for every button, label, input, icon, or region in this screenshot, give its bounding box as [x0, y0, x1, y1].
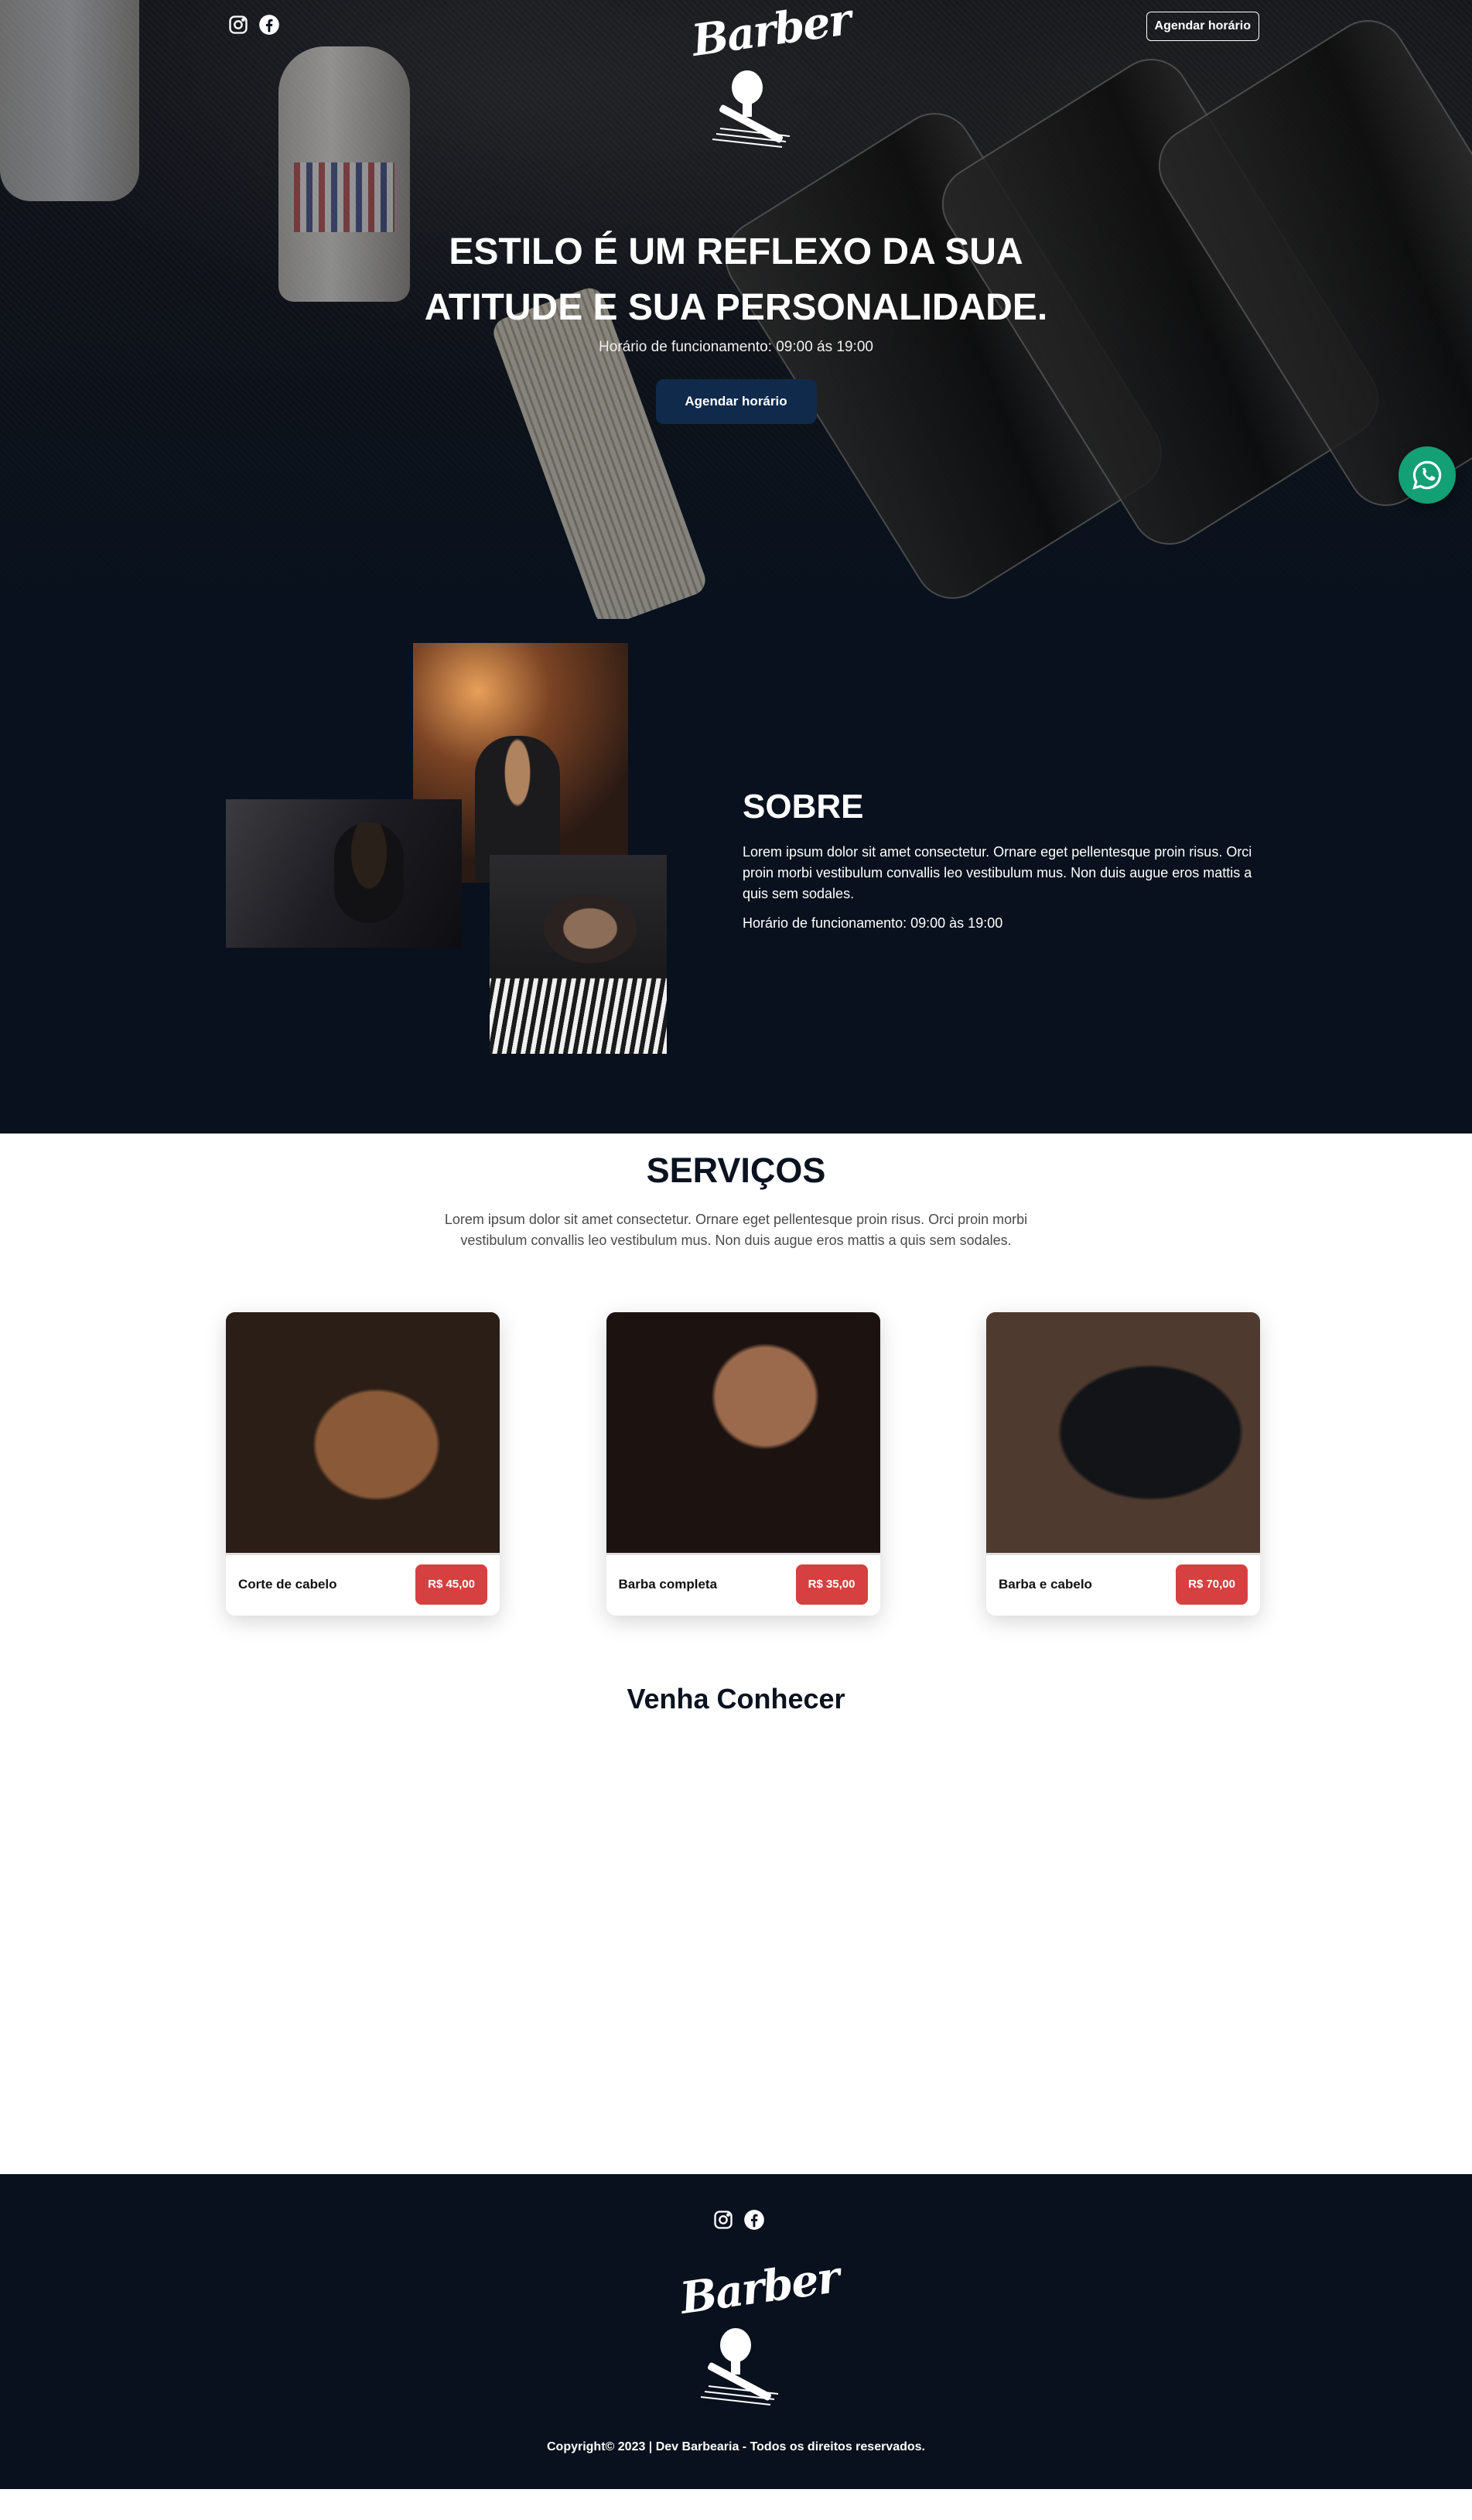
- service-name: Corte de cabelo: [238, 1576, 337, 1592]
- hero-hours: Horário de funcionamento: 09:00 ás 19:00: [599, 339, 873, 355]
- about-description: Lorem ipsum dolor sit amet consectetur. …: [743, 844, 1252, 901]
- hero-content: ESTILO É UM REFLEXO DA SUA ATITUDE E SUA…: [0, 224, 1472, 424]
- hero-section: Agendar horário Barber ESTILO É UM REFLE…: [0, 0, 1472, 619]
- logo-text: Barber: [677, 2252, 842, 2324]
- about-text: SOBRE Lorem ipsum dolor sit amet consect…: [743, 788, 1269, 932]
- logo-text: Barber: [688, 0, 854, 67]
- card-footer: Corte de cabelo R$ 45,00: [226, 1555, 500, 1613]
- about-hours: Horário de funcionamento: 09:00 às 19:00: [743, 915, 1003, 931]
- footer-social-links: [712, 2208, 766, 2231]
- social-links: [227, 13, 281, 36]
- whatsapp-icon: [1412, 460, 1442, 490]
- services-cards: Corte de cabelo R$ 45,00 Barba completa …: [226, 1312, 1260, 1616]
- service-price-button[interactable]: R$ 35,00: [795, 1564, 868, 1605]
- service-price-button[interactable]: R$ 70,00: [1176, 1564, 1248, 1605]
- barber-logo[interactable]: Barber: [685, 0, 853, 155]
- services-title: SERVIÇOS: [646, 1151, 826, 1190]
- service-image-beard-and-hair: [986, 1312, 1260, 1555]
- card-footer: Barba completa R$ 35,00: [606, 1555, 880, 1613]
- services-section: SERVIÇOS Lorem ipsum dolor sit amet cons…: [0, 1133, 1472, 1683]
- shaving-brush-razor-icon: [700, 2328, 779, 2405]
- instagram-icon[interactable]: [227, 13, 250, 36]
- copyright-text: Copyright© 2023 | Dev Barbearia - Todos …: [546, 2440, 925, 2453]
- about-section: SOBRE Lorem ipsum dolor sit amet consect…: [0, 619, 1472, 1133]
- instagram-icon[interactable]: [712, 2208, 735, 2231]
- hero-schedule-button[interactable]: Agendar horário: [655, 379, 817, 424]
- schedule-button[interactable]: Agendar horário: [1146, 12, 1259, 41]
- about-title: SOBRE: [743, 788, 864, 826]
- service-card[interactable]: Barba e cabelo R$ 70,00: [986, 1312, 1260, 1616]
- whatsapp-button[interactable]: [1399, 446, 1456, 504]
- service-card[interactable]: Barba completa R$ 35,00: [606, 1312, 880, 1616]
- visit-title: Venha Conhecer: [627, 1683, 845, 1715]
- service-image-haircut: [226, 1312, 500, 1555]
- service-price-button[interactable]: R$ 45,00: [415, 1564, 487, 1605]
- about-photo-shave: [490, 855, 667, 1054]
- facebook-icon[interactable]: [258, 13, 281, 36]
- footer-barber-logo[interactable]: Barber: [674, 2252, 842, 2412]
- service-name: Barba completa: [618, 1576, 718, 1592]
- visit-section: Venha Conhecer: [0, 1683, 1472, 2174]
- service-image-beard: [606, 1312, 880, 1555]
- card-footer: Barba e cabelo R$ 70,00: [986, 1555, 1260, 1613]
- service-name: Barba e cabelo: [999, 1576, 1092, 1592]
- shaving-brush-razor-icon: [712, 70, 791, 148]
- footer: Barber Copyright© 2023 | Dev Barbearia -…: [0, 2174, 1472, 2489]
- hero-title: ESTILO É UM REFLEXO DA SUA ATITUDE E SUA…: [424, 231, 1048, 328]
- map-embed[interactable]: [219, 1746, 1253, 2149]
- facebook-icon[interactable]: [743, 2208, 766, 2231]
- about-photo-haircut: [226, 799, 462, 948]
- service-card[interactable]: Corte de cabelo R$ 45,00: [226, 1312, 500, 1616]
- services-description: Lorem ipsum dolor sit amet consectetur. …: [444, 1212, 1028, 1248]
